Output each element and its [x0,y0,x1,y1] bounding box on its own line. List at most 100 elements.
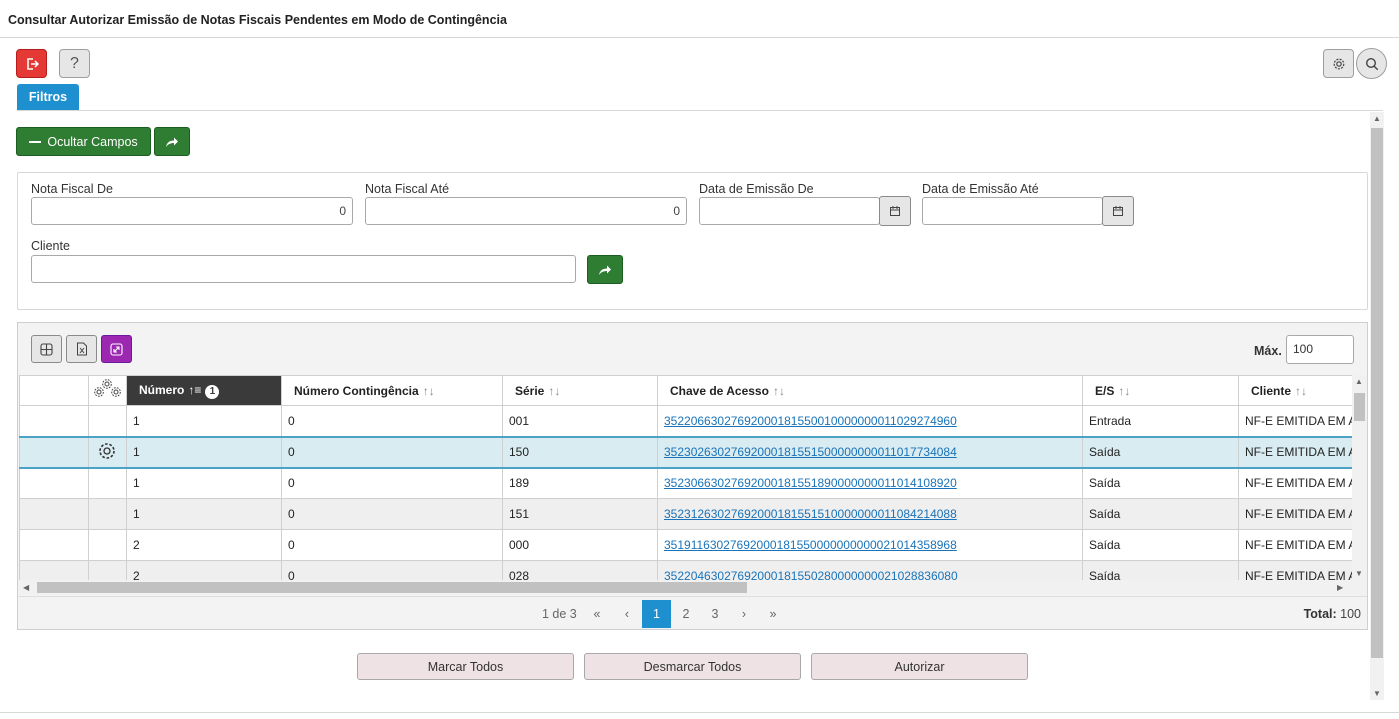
table-row[interactable]: 1 0 150 35230263027692000181551500000000… [19,435,1352,469]
search-icon [1365,57,1378,70]
col-numero[interactable]: Número ↑≡ 1 [126,375,282,406]
nota-de-label: Nota Fiscal De [31,182,113,196]
page-1-button[interactable]: 1 [642,600,671,628]
expand-icon [110,342,123,356]
unmark-all-button[interactable]: Desmarcar Todos [584,653,801,680]
page-title: Consultar Autorizar Emissão de Notas Fis… [8,13,507,27]
help-button[interactable]: ? [59,49,90,78]
mark-all-button[interactable]: Marcar Todos [357,653,574,680]
tab-divider [17,110,1383,111]
scroll-left-icon[interactable]: ◀ [23,583,29,592]
data-table: Número ↑≡ 1 Número Contingência ↑↓ Série ↑↓ … [19,375,1352,580]
row-action-cell[interactable] [88,405,127,437]
gears-icon [94,379,121,397]
chave-link[interactable]: 3522046302769200018155028000000002102883… [664,569,958,580]
first-page-button[interactable]: « [585,600,609,628]
scroll-up-icon[interactable]: ▲ [1373,114,1381,123]
nota-ate-input[interactable]: 0 [365,197,687,225]
row-select-cell[interactable] [19,498,89,530]
share-arrow-icon [166,137,178,147]
serie-cell: 151 [502,498,658,530]
col-cliente-label: Cliente [1251,383,1292,398]
help-label: ? [70,54,79,72]
row-action-cell[interactable] [88,560,127,580]
tab-filtros[interactable]: Filtros [17,84,79,110]
prev-page-button[interactable]: ‹ [615,600,639,628]
emissao-ate-input[interactable] [922,197,1103,225]
table-row[interactable]: 1 0 151 35231263027692000181551510000000… [19,498,1352,530]
max-input[interactable]: 100 [1286,335,1354,364]
row-select-cell[interactable] [19,435,89,469]
authorize-button[interactable]: Autorizar [811,653,1028,680]
table-horizontal-scrollbar[interactable]: ◀ ▶ [19,580,1367,595]
row-select-cell[interactable] [19,529,89,561]
scroll-thumb[interactable] [1354,393,1365,421]
row-select-cell[interactable] [19,467,89,499]
gear-icon[interactable] [97,441,117,461]
numero-cell: 2 [126,529,282,561]
col-actions[interactable] [88,375,127,406]
col-es-label: E/S [1095,383,1115,398]
tab-filtros-label: Filtros [28,90,68,104]
cliente-cell: NF-E EMITIDA EM AMBIENTE DE HOMOLOGACAO [1238,529,1352,561]
page-3-button[interactable]: 3 [703,600,727,628]
scroll-thumb[interactable] [1371,128,1383,658]
table-row[interactable]: 1 0 001 35220663027692000181550010000000… [19,405,1352,437]
chave-cell: 3523066302769200018155189000000001101410… [657,467,1083,499]
col-cliente[interactable]: Cliente ↑↓ [1238,375,1352,406]
scroll-down-icon[interactable]: ▼ [1373,689,1381,698]
settings-button[interactable] [1323,49,1354,78]
emissao-de-input[interactable] [699,197,880,225]
chave-link[interactable]: 3523026302769200018155150000000001101773… [664,445,957,459]
cliente-input[interactable] [31,255,576,283]
page-summary: 1 de 3 [542,607,577,621]
row-select-cell[interactable] [19,560,89,580]
hide-fields-button[interactable]: Ocultar Campos [16,127,151,156]
export-excel-button[interactable] [66,335,97,363]
next-page-button[interactable]: › [732,600,756,628]
expand-button[interactable] [101,335,132,363]
row-select-cell[interactable] [19,405,89,437]
page-2-button[interactable]: 2 [674,600,698,628]
cliente-label: Cliente [31,239,70,253]
last-page-button[interactable]: » [761,600,785,628]
total-label: Total: [1303,607,1337,621]
contingencia-cell: 0 [281,498,503,530]
contingencia-cell: 0 [281,560,503,580]
chave-cell: 3523026302769200018155150000000001101773… [657,435,1083,469]
col-serie[interactable]: Série ↑↓ [502,375,658,406]
table-header-row: Número ↑≡ 1 Número Contingência ↑↓ Série ↑↓ … [19,375,1352,406]
cliente-cell: NF-E EMITIDA EM AMBIENTE DE HOMOLOGACAO [1238,405,1352,437]
row-action-cell[interactable] [88,498,127,530]
emissao-ate-calendar-button[interactable] [1102,196,1134,226]
grid-panel: Máx. 100 Número ↑≡ 1 Número Contingência ↑↓… [17,322,1368,630]
nota-de-input[interactable]: 0 [31,197,353,225]
scroll-up-icon[interactable]: ▲ [1355,377,1363,386]
row-action-cell[interactable] [88,467,127,499]
col-contingencia[interactable]: Número Contingência ↑↓ [281,375,503,406]
scroll-down-icon[interactable]: ▼ [1355,569,1363,578]
exit-button[interactable] [16,49,47,78]
scroll-right-icon[interactable]: ▶ [1337,583,1343,592]
chave-cell: 3522046302769200018155028000000002102883… [657,560,1083,580]
emissao-de-calendar-button[interactable] [879,196,911,226]
page-vertical-scrollbar[interactable]: ▲ ▼ [1370,112,1384,700]
scroll-thumb[interactable] [37,582,747,593]
search-button[interactable] [1356,48,1387,79]
apply-filters-button[interactable] [154,127,190,156]
columns-button[interactable] [31,335,62,363]
chave-link[interactable]: 3522066302769200018155001000000001102927… [664,414,957,428]
table-row[interactable]: 2 0 000 35191163027692000181550000000000… [19,529,1352,561]
chave-link[interactable]: 3519116302769200018155000000000002101435… [664,538,957,552]
col-es[interactable]: E/S ↑↓ [1082,375,1239,406]
col-chave[interactable]: Chave de Acesso ↑↓ [657,375,1083,406]
table-vertical-scrollbar[interactable]: ▲ ▼ [1352,375,1367,580]
table-row[interactable]: 2 0 028 35220463027692000181550280000000… [19,560,1352,580]
row-action-cell[interactable] [88,435,127,469]
es-cell: Saída [1082,467,1239,499]
chave-link[interactable]: 3523126302769200018155151000000001108421… [664,507,957,521]
search-cliente-button[interactable] [587,255,623,284]
row-action-cell[interactable] [88,529,127,561]
chave-link[interactable]: 3523066302769200018155189000000001101410… [664,476,957,490]
table-row[interactable]: 1 0 189 35230663027692000181551890000000… [19,467,1352,499]
